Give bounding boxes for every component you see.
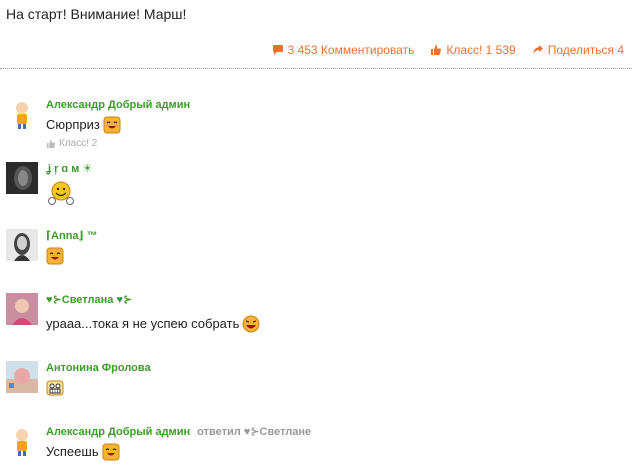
comment-text: Успеешь	[46, 444, 99, 459]
klass-action[interactable]: Класс! 1 539	[430, 43, 516, 57]
comment-author[interactable]: Александр Добрый админ	[46, 99, 190, 111]
grinning-smiley-icon	[46, 380, 64, 396]
klass-action-label: Класс! 1 539	[446, 43, 516, 57]
speech-bubble-icon	[272, 45, 283, 55]
laughing-tears-smiley-icon	[242, 315, 260, 333]
avatar[interactable]	[6, 425, 38, 457]
avatar[interactable]	[6, 98, 38, 130]
laughing-smiley-icon	[103, 116, 121, 134]
avatar[interactable]	[6, 229, 38, 261]
comment-author[interactable]: Александр Добрый админ	[46, 426, 190, 438]
discussion-page: На старт! Внимание! Марш! 3 453 Комменти…	[0, 0, 632, 469]
divider	[0, 68, 632, 69]
laughing-smiley-icon	[46, 247, 64, 265]
waving-smiley-icon	[48, 181, 74, 205]
avatar[interactable]	[6, 293, 38, 325]
klass-count: Класс! 2	[59, 138, 98, 149]
share-action[interactable]: Поделиться 4	[532, 43, 624, 57]
reply-info[interactable]: ответил ♥⊱Светлане	[197, 426, 311, 438]
comment-klass[interactable]: Класс! 2	[46, 138, 190, 149]
laughing-smiley-icon	[102, 443, 120, 461]
comment-action-label: 3 453 Комментировать	[287, 43, 415, 57]
thumbs-up-icon	[431, 45, 442, 55]
thumbs-up-icon	[46, 139, 56, 148]
comment-author[interactable]: ♥⊱Светлана ♥⊱	[46, 294, 132, 306]
share-action-label: Поделиться 4	[547, 43, 624, 57]
avatar[interactable]	[6, 162, 38, 194]
comment-author[interactable]: ʝ ŗ ɑ м ☀	[46, 163, 92, 175]
post-actions: 3 453 Комментировать Класс! 1 539 Подели…	[272, 43, 624, 57]
comment-text: Сюрприз	[46, 117, 100, 132]
post-title: На старт! Внимание! Марш!	[6, 6, 187, 22]
comment-text: урааа...тока я не успею собрать	[46, 316, 240, 331]
avatar[interactable]	[6, 361, 38, 393]
comment-author[interactable]: ⌈Anna⌋ ™	[46, 230, 98, 242]
share-arrow-icon	[532, 45, 543, 54]
comment-author[interactable]: Антонина Фролова	[46, 362, 151, 374]
comment-action[interactable]: 3 453 Комментировать	[272, 43, 415, 57]
